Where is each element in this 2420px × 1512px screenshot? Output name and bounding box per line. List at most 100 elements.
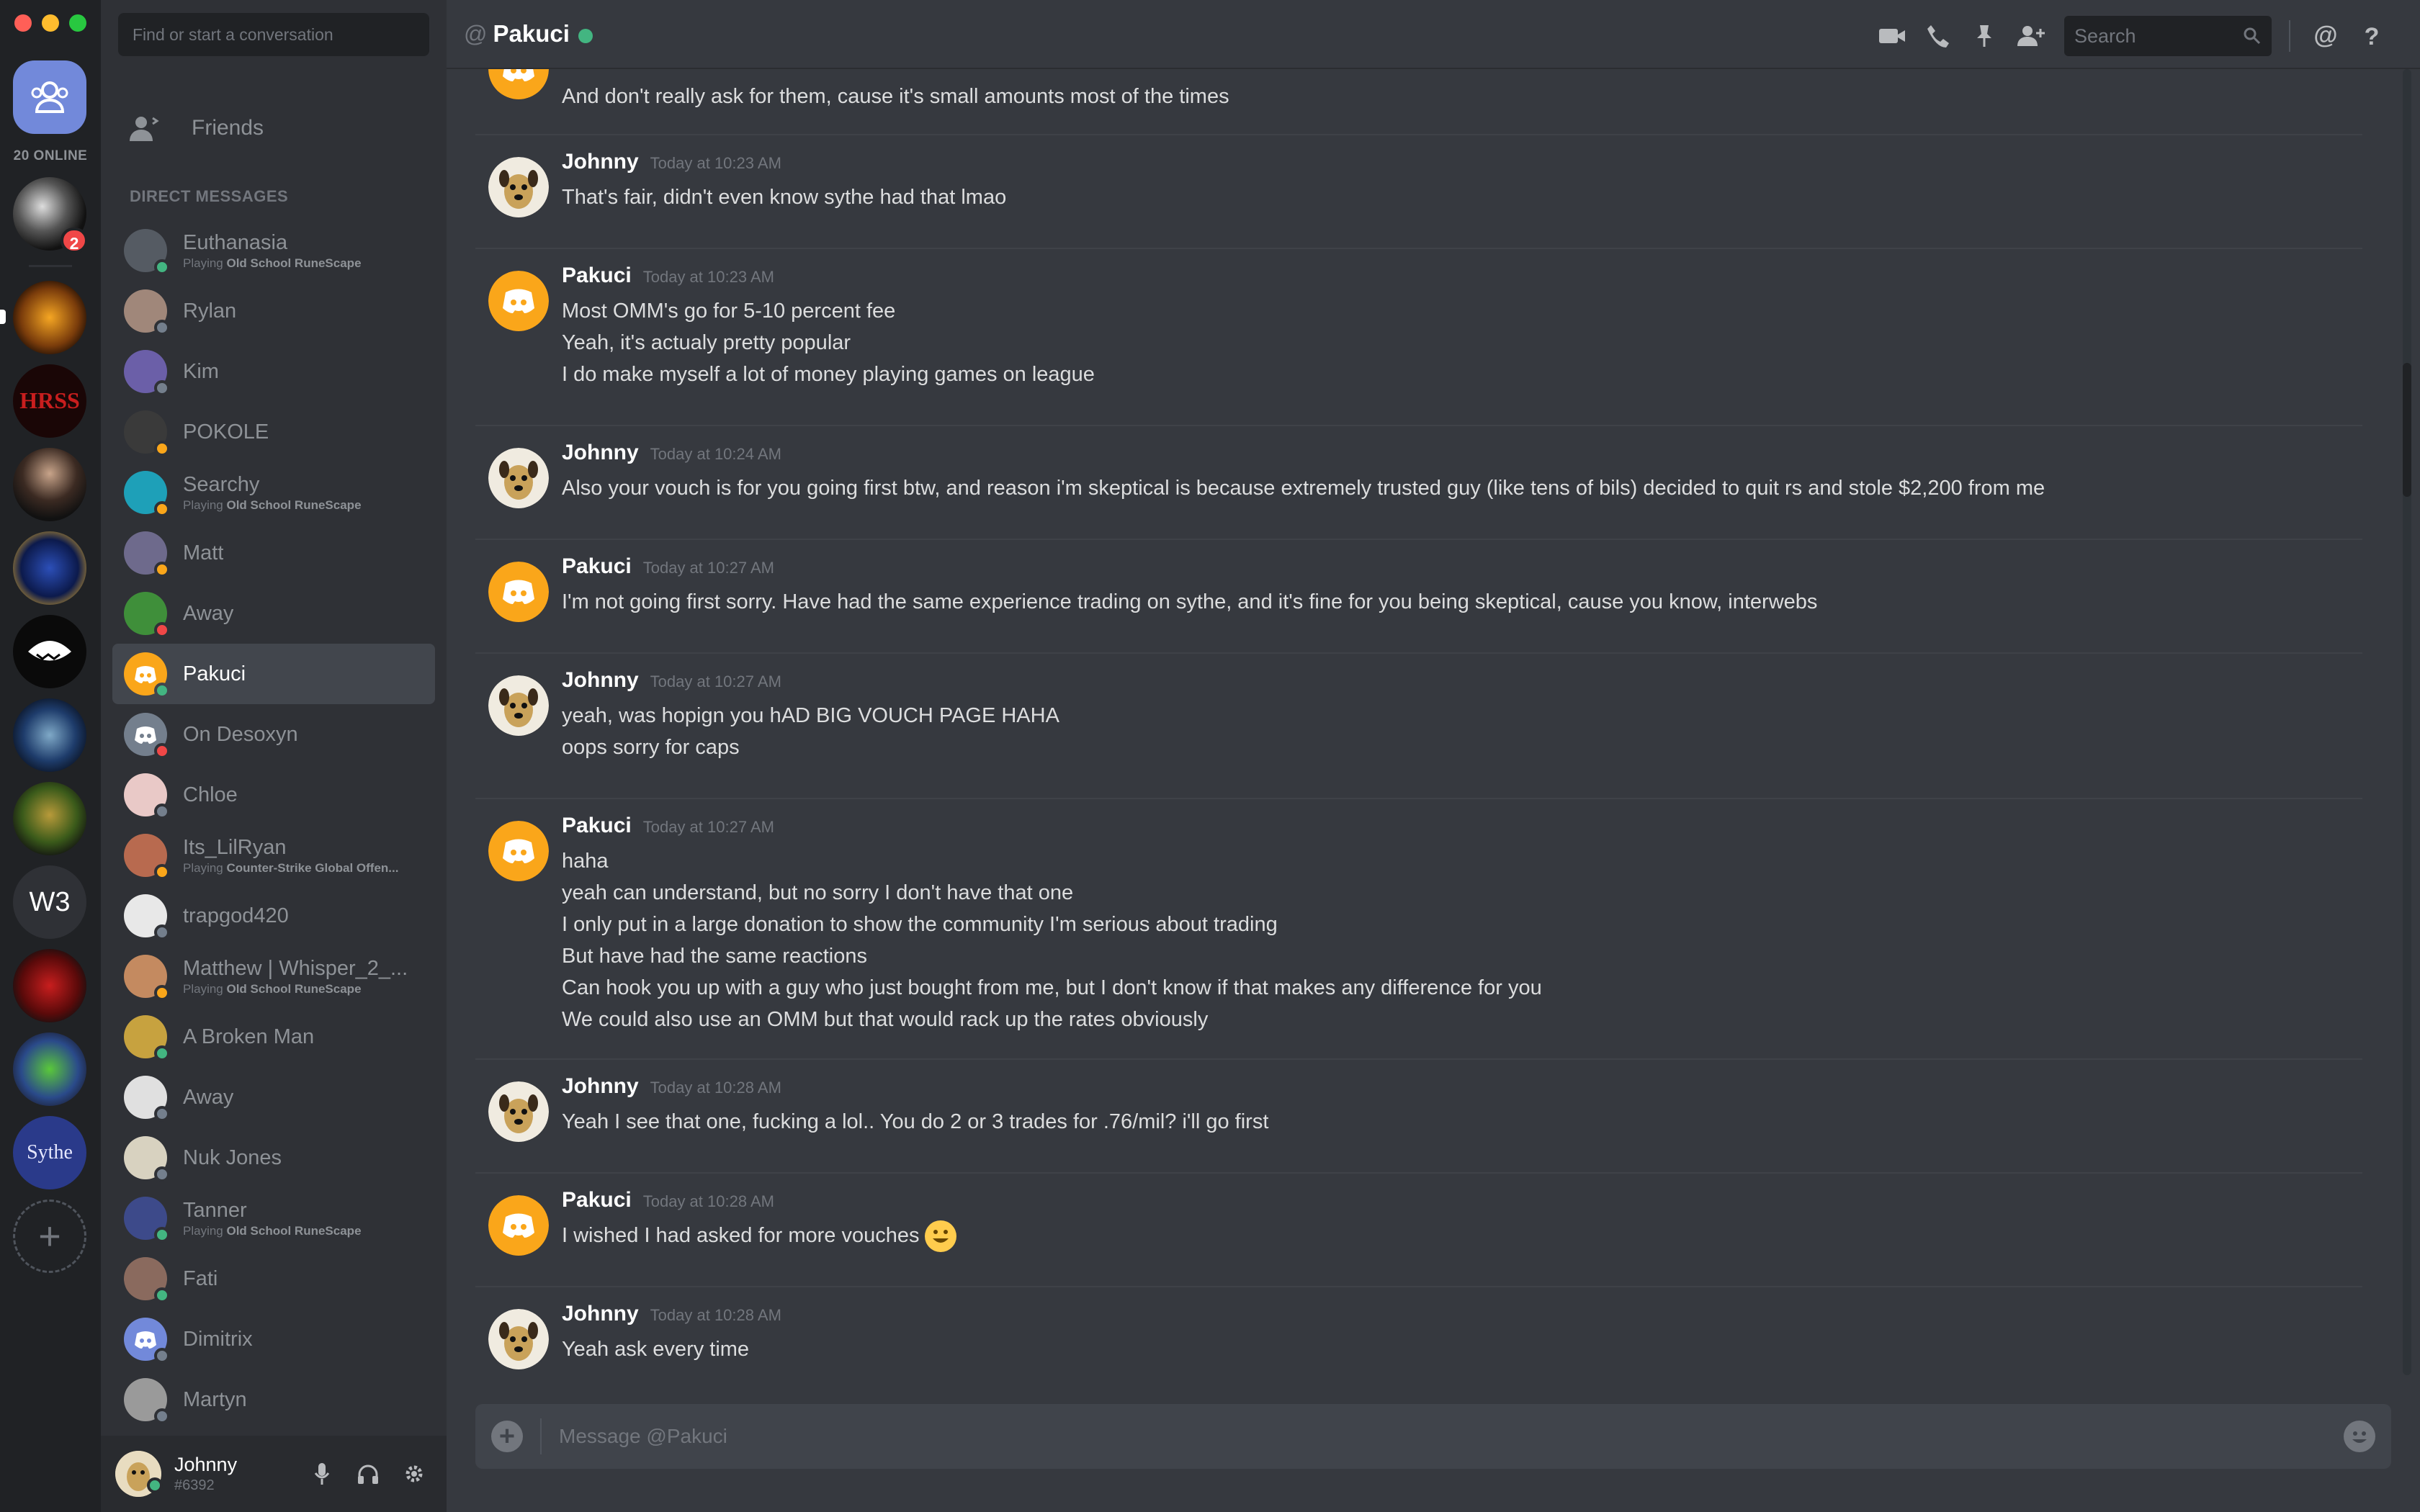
message-avatar[interactable]	[488, 675, 549, 736]
message-text: I do make myself a lot of money playing …	[562, 363, 1095, 386]
server-icon[interactable]	[13, 615, 86, 688]
dm-item[interactable]: Nuk Jones	[112, 1128, 435, 1188]
home-button[interactable]	[13, 60, 86, 134]
message-input[interactable]	[559, 1425, 2344, 1448]
message-avatar[interactable]	[488, 821, 549, 881]
add-friend-to-dm-button[interactable]	[2014, 18, 2047, 54]
message-text: Yeah ask every time	[562, 1338, 750, 1361]
dm-item[interactable]: Chloe	[112, 765, 435, 825]
message-timestamp: Today at 10:24 AM	[650, 445, 781, 463]
deafen-button[interactable]	[356, 1460, 380, 1488]
server-icon[interactable]: HRSS	[13, 364, 86, 438]
dm-item[interactable]: Searchy Playing Old School RuneScape	[112, 462, 435, 523]
server-icon[interactable]	[13, 1032, 86, 1106]
dm-name: Pakuci	[183, 662, 246, 685]
message-avatar[interactable]	[488, 69, 549, 99]
dm-item[interactable]: On Desoxyn	[112, 704, 435, 765]
discord-logo-icon	[488, 1195, 549, 1256]
message-text: I only put in a large donation to show t…	[562, 913, 1278, 936]
dm-item[interactable]: Kim	[112, 341, 435, 402]
user-status-indicator	[147, 1477, 163, 1493]
search-input[interactable]: Search	[2064, 16, 2272, 56]
pinned-messages-button[interactable]	[1968, 18, 2001, 54]
message-avatar[interactable]	[488, 448, 549, 508]
dm-item[interactable]: Martyn	[112, 1369, 435, 1430]
server-icon[interactable]	[13, 698, 86, 772]
dm-item[interactable]: trapgod420	[112, 886, 435, 946]
scrollbar-thumb[interactable]	[2403, 363, 2411, 497]
message-avatar[interactable]	[488, 157, 549, 217]
message-composer: +	[475, 1404, 2391, 1469]
user-panel: Johnny #6392	[101, 1436, 447, 1512]
message-avatar[interactable]	[488, 1195, 549, 1256]
message-author[interactable]: Johnny	[562, 668, 639, 693]
message-timestamp: Today at 10:23 AM	[650, 154, 781, 172]
message-group: Pakuci Today at 10:27 AM I'm not going fir…	[475, 539, 2362, 622]
help-button[interactable]: ?	[2355, 18, 2388, 54]
server-icon[interactable]	[13, 448, 86, 521]
search-placeholder: Search	[2074, 24, 2136, 47]
dm-name: Martyn	[183, 1387, 247, 1411]
dm-item[interactable]: Euthanasia Playing Old School RuneScape	[112, 220, 435, 281]
message-author[interactable]: Johnny	[562, 441, 639, 465]
message-author[interactable]: Pakuci	[562, 1188, 632, 1212]
status-indicator	[154, 562, 170, 577]
message-avatar[interactable]	[488, 1081, 549, 1142]
minimize-window-button[interactable]	[42, 14, 59, 32]
user-settings-button[interactable]	[402, 1460, 426, 1488]
dm-item[interactable]: Pakuci	[112, 644, 435, 704]
message-scrollbar[interactable]	[2403, 69, 2411, 1375]
dm-item[interactable]: Matt	[112, 523, 435, 583]
dm-item[interactable]: Dimitrix	[112, 1309, 435, 1369]
server-icon[interactable]	[13, 281, 86, 354]
dm-item[interactable]: Fati	[112, 1248, 435, 1309]
voice-call-button[interactable]	[1922, 18, 1955, 54]
maximize-window-button[interactable]	[69, 14, 86, 32]
message-text: And don't really ask for them, cause it'…	[562, 85, 1229, 108]
message-avatar[interactable]	[488, 562, 549, 622]
dm-activity: Playing Old School RuneScape	[183, 981, 362, 996]
dm-item[interactable]: Its_LilRyan Playing Counter-Strike Globa…	[112, 825, 435, 886]
message-author[interactable]: Johnny	[562, 1074, 639, 1099]
mentions-button[interactable]: @	[2309, 18, 2342, 54]
smiley-emoji-icon[interactable]	[925, 1220, 957, 1253]
message-author[interactable]: Pakuci	[562, 814, 632, 838]
close-window-button[interactable]	[14, 14, 32, 32]
message-author[interactable]: Johnny	[562, 150, 639, 174]
message-author[interactable]: Pakuci	[562, 264, 632, 288]
dm-name: Nuk Jones	[183, 1146, 282, 1169]
dm-item[interactable]: A Broken Man	[112, 1007, 435, 1067]
message-text: Also your vouch is for you going first b…	[562, 477, 2045, 500]
search-icon	[2244, 27, 2261, 45]
server-icon[interactable]	[13, 782, 86, 855]
dm-item[interactable]: Away	[112, 1067, 435, 1128]
video-call-button[interactable]	[1876, 18, 1909, 54]
message-avatar[interactable]	[488, 271, 549, 331]
at-icon: @	[464, 20, 488, 47]
dm-item[interactable]: Away	[112, 583, 435, 644]
server-icon[interactable]	[13, 949, 86, 1022]
friends-nav-item[interactable]: Friends	[112, 104, 435, 153]
message-timestamp: Today at 10:27 AM	[642, 818, 774, 836]
dm-item[interactable]: Tanner Playing Old School RuneScape	[112, 1188, 435, 1248]
mute-button[interactable]	[310, 1460, 334, 1488]
status-indicator	[154, 804, 170, 819]
emoji-picker-button[interactable]	[2344, 1421, 2375, 1452]
message-author[interactable]: Johnny	[562, 1302, 639, 1326]
server-w3[interactable]: W3	[13, 865, 86, 939]
dm-item[interactable]: Rylan	[112, 281, 435, 341]
upload-button[interactable]: +	[491, 1421, 523, 1452]
dm-item[interactable]: Matthew | Whisper_2_... Playing Old Scho…	[112, 946, 435, 1007]
find-conversation-input[interactable]: Find or start a conversation	[118, 13, 429, 56]
online-count: 20 ONLINE	[13, 148, 88, 163]
message-timestamp: Today at 10:28 AM	[650, 1306, 781, 1324]
dm-item[interactable]: POKOLE	[112, 402, 435, 462]
status-indicator	[154, 924, 170, 940]
server-icon[interactable]	[13, 531, 86, 605]
dm-avatar	[124, 471, 170, 517]
add-server-button[interactable]: +	[13, 1200, 86, 1273]
server-sythe[interactable]: Sythe	[13, 1116, 86, 1189]
message-author[interactable]: Pakuci	[562, 554, 632, 579]
dm-name: Tanner	[183, 1198, 247, 1222]
message-avatar[interactable]	[488, 1309, 549, 1369]
